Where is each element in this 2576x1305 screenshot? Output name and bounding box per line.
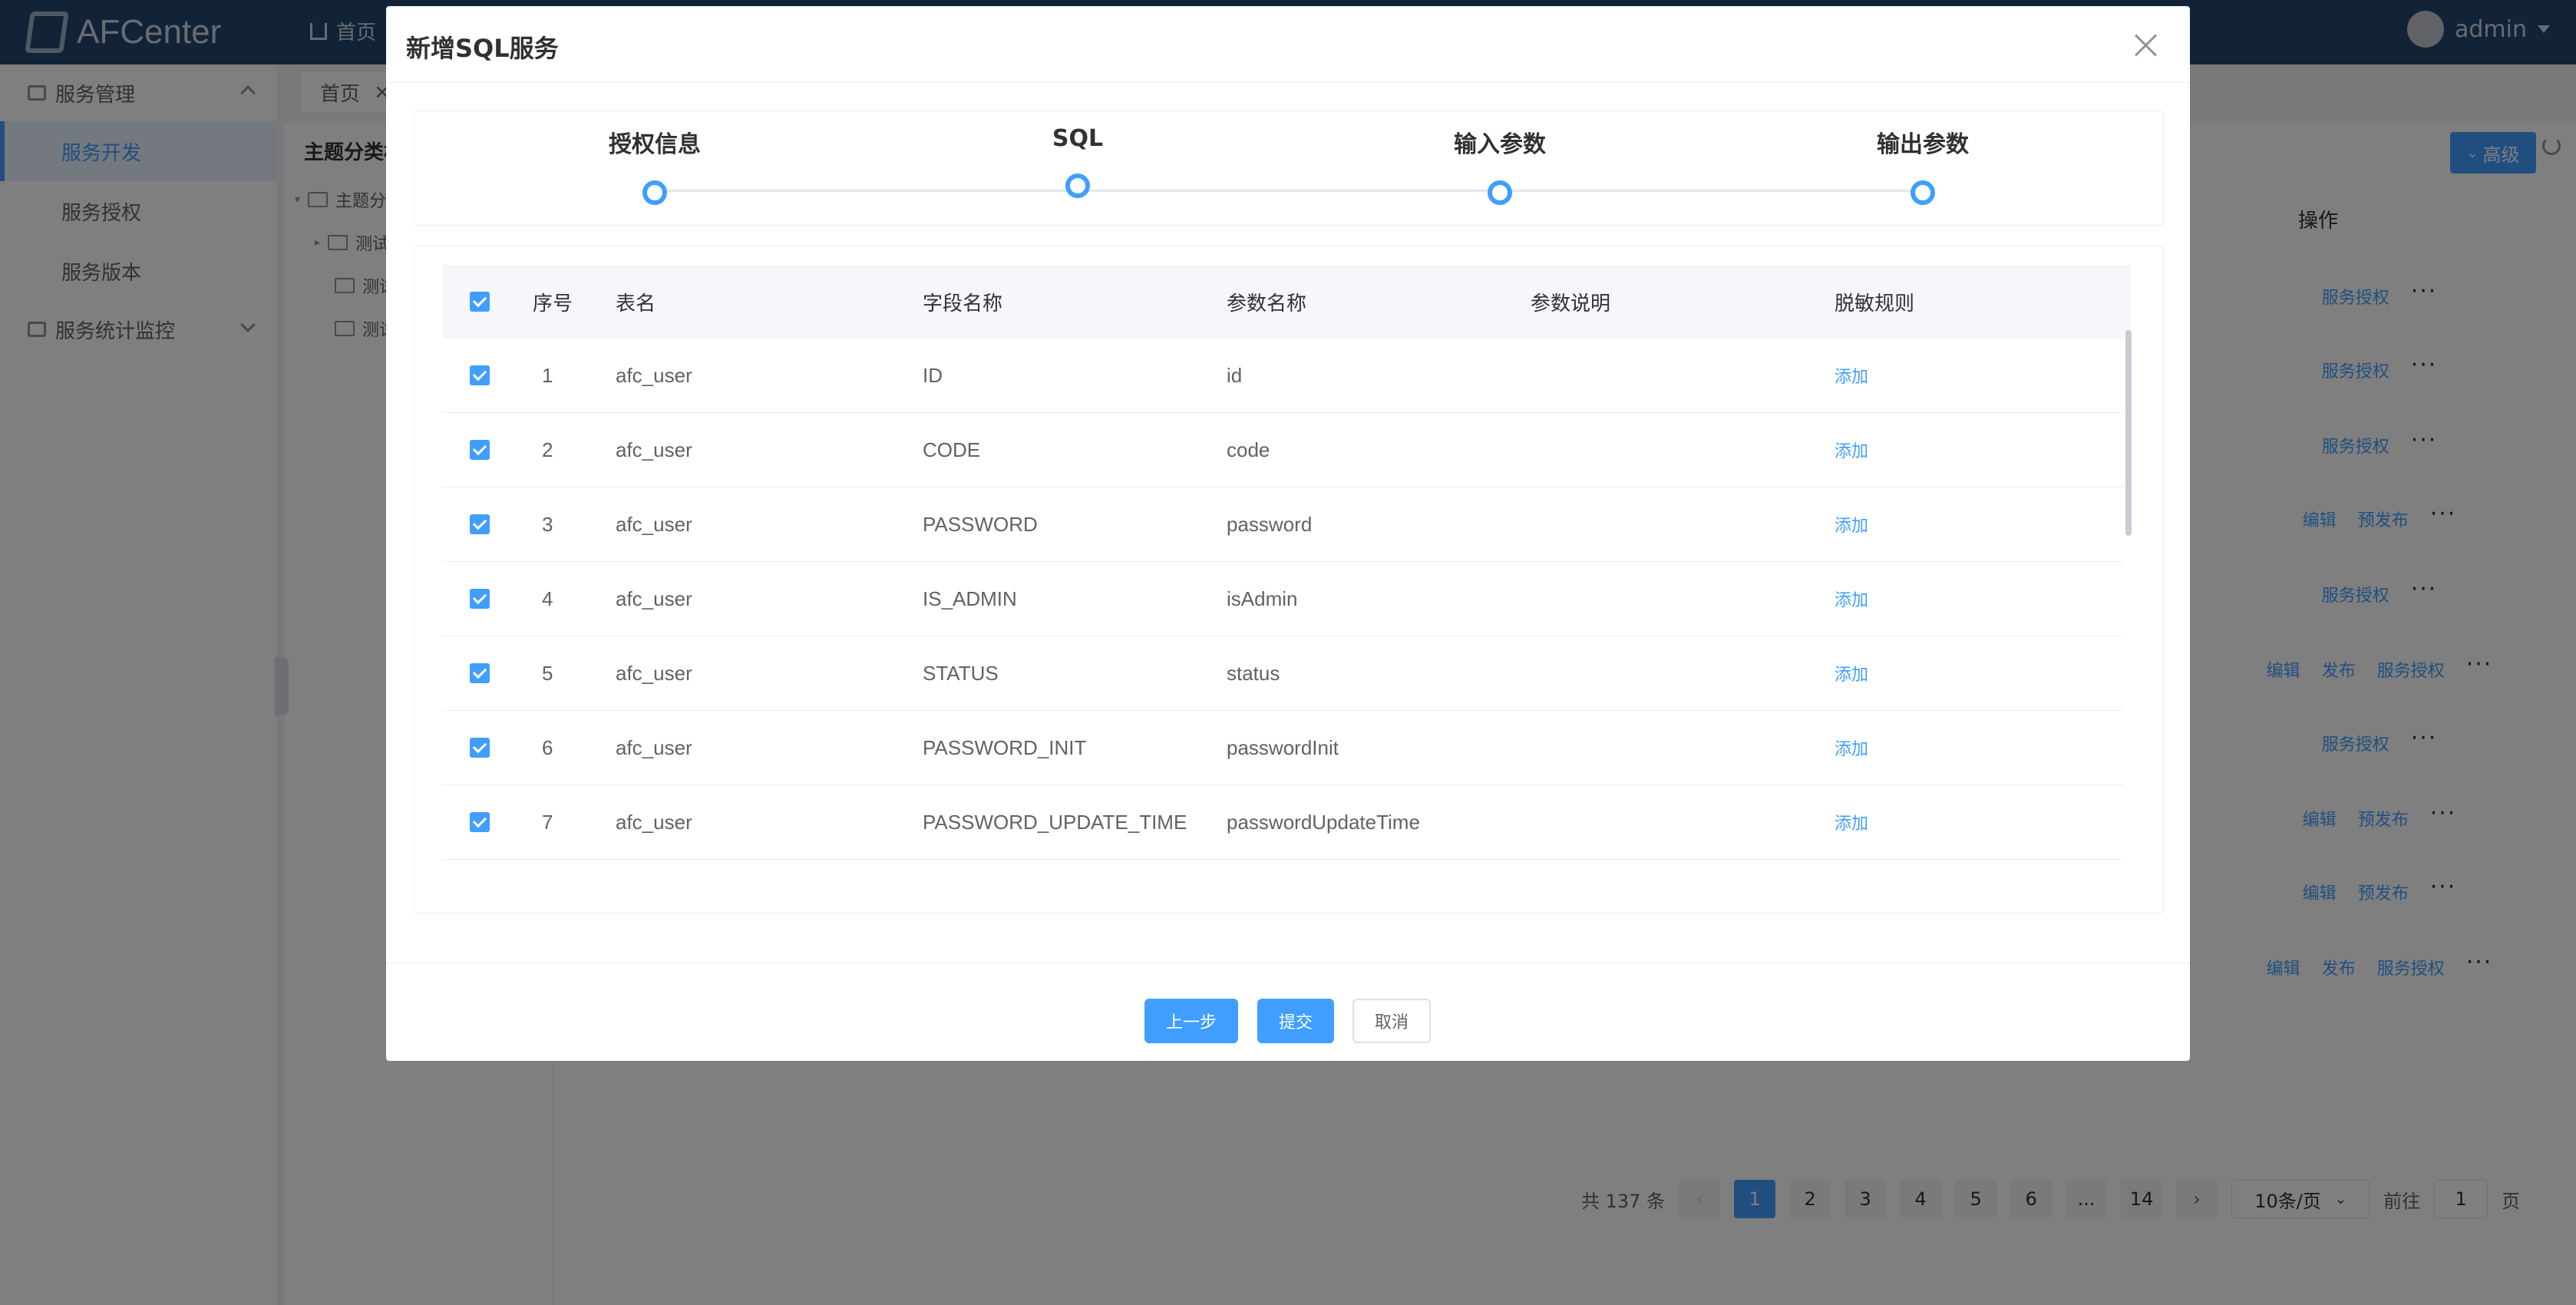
cell-index: 2 — [542, 438, 553, 461]
table-header: 序号 表名 字段名称 参数名称 参数说明 脱敏规则 — [442, 265, 2131, 339]
row-checkbox[interactable] — [470, 663, 490, 683]
add-mask-rule-link[interactable]: 添加 — [1835, 636, 1868, 710]
close-icon[interactable] — [2133, 32, 2159, 58]
cell-table-name: afc_user — [616, 512, 692, 536]
dialog-footer: 上一步 提交 取消 — [386, 963, 2190, 1061]
dialog-title: 新增SQL服务 — [406, 34, 559, 63]
row-checkbox[interactable] — [470, 812, 490, 832]
add-sql-service-dialog: 新增SQL服务 授权信息 SQL 输入参数 输出参数 序号 表名 字段名称 参数… — [386, 6, 2190, 1061]
cell-param-name: passwordUpdateTime — [1227, 810, 1420, 834]
row-checkbox[interactable] — [470, 440, 490, 460]
add-mask-rule-link[interactable]: 添加 — [1835, 785, 1868, 859]
cell-index: 4 — [542, 586, 553, 610]
col-index: 序号 — [533, 292, 573, 316]
steps-connector-line — [656, 190, 1923, 192]
cell-param-name: id — [1227, 363, 1243, 387]
add-mask-rule-link[interactable]: 添加 — [1835, 413, 1868, 487]
row-checkbox-cell — [470, 711, 490, 785]
table-row: 5 afc_user STATUS status 添加 — [442, 636, 2123, 711]
cell-index: 5 — [542, 661, 553, 685]
cell-field-name: PASSWORD_UPDATE_TIME — [923, 810, 1187, 834]
add-mask-rule-link[interactable]: 添加 — [1835, 711, 1868, 785]
table-body: 1 afc_user ID id 添加 2 afc_user CODE code 添加 3 afc_u… — [442, 339, 2123, 891]
cell-field-name: STATUS — [923, 661, 999, 685]
add-mask-rule-link[interactable]: 添加 — [1835, 339, 1868, 412]
row-checkbox[interactable] — [470, 365, 490, 385]
cell-index: 6 — [542, 735, 553, 759]
col-field-name: 字段名称 — [923, 292, 1003, 316]
select-all-checkbox[interactable] — [470, 292, 490, 312]
col-mask-rule: 脱敏规则 — [1835, 292, 1915, 316]
row-checkbox-cell — [470, 636, 490, 710]
cell-field-name: CODE — [923, 438, 981, 461]
row-checkbox-cell — [470, 487, 490, 561]
row-checkbox-cell — [470, 785, 490, 859]
cell-param-name: passwordInit — [1227, 735, 1339, 759]
step-input-params: 输入参数 — [1385, 125, 1615, 205]
row-checkbox-cell — [470, 562, 490, 636]
table-row: 3 afc_user PASSWORD password 添加 — [442, 487, 2123, 562]
cancel-button[interactable]: 取消 — [1352, 999, 1431, 1043]
table-row: 4 afc_user IS_ADMIN isAdmin 添加 — [442, 562, 2123, 636]
table-scrollbar[interactable] — [2125, 330, 2132, 536]
row-checkbox[interactable] — [470, 514, 490, 534]
row-checkbox[interactable] — [470, 589, 490, 609]
step-label: 输出参数 — [1877, 131, 1969, 158]
steps-panel: 授权信息 SQL 输入参数 输出参数 — [414, 111, 2164, 226]
row-checkbox-cell — [470, 339, 490, 412]
cell-field-name: IS_ADMIN — [923, 586, 1017, 610]
cell-field-name: PASSWORD — [923, 512, 1038, 536]
step-label: SQL — [1052, 125, 1104, 152]
cell-table-name: afc_user — [616, 586, 692, 610]
cell-param-name: status — [1227, 661, 1280, 685]
submit-button[interactable]: 提交 — [1257, 999, 1334, 1043]
cell-table-name: afc_user — [616, 438, 692, 461]
cell-field-name: ID — [923, 363, 943, 387]
select-all-cell — [470, 265, 490, 339]
step-auth-info: 授权信息 — [540, 125, 770, 205]
cell-param-name: password — [1227, 512, 1313, 536]
cell-table-name: afc_user — [616, 810, 692, 834]
cell-table-name: afc_user — [616, 735, 692, 759]
step-dot — [1065, 173, 1090, 198]
cell-table-name: afc_user — [616, 661, 692, 685]
cell-param-name: code — [1227, 438, 1270, 461]
prev-step-button[interactable]: 上一步 — [1144, 999, 1238, 1043]
row-checkbox[interactable] — [470, 738, 490, 758]
table-row: 1 afc_user ID id 添加 — [442, 339, 2123, 413]
cell-param-name: isAdmin — [1227, 586, 1298, 610]
table-row: 6 afc_user PASSWORD_INIT passwordInit 添加 — [442, 711, 2123, 785]
col-param-desc: 参数说明 — [1531, 292, 1611, 316]
cell-field-name: PASSWORD_INIT — [923, 735, 1087, 759]
step-dot — [642, 180, 667, 205]
step-label: 输入参数 — [1454, 131, 1546, 158]
output-params-table: 序号 表名 字段名称 参数名称 参数说明 脱敏规则 1 afc_user ID id 添… — [414, 246, 2164, 914]
table-row: 2 afc_user CODE code 添加 — [442, 413, 2123, 487]
step-dot — [1488, 180, 1512, 205]
cell-index: 3 — [542, 512, 553, 536]
step-sql: SQL — [963, 125, 1193, 198]
cell-index: 1 — [542, 363, 553, 387]
row-checkbox-cell — [470, 413, 490, 487]
col-param-name: 参数名称 — [1227, 292, 1307, 316]
cell-table-name: afc_user — [616, 363, 692, 387]
step-dot — [1911, 180, 1935, 205]
cell-index: 7 — [542, 810, 553, 834]
add-mask-rule-link[interactable]: 添加 — [1835, 487, 1868, 561]
col-table-name: 表名 — [616, 292, 656, 316]
dialog-header: 新增SQL服务 — [386, 6, 2190, 83]
table-row: 7 afc_user PASSWORD_UPDATE_TIME passwordUpd… — [442, 785, 2123, 860]
add-mask-rule-link[interactable]: 添加 — [1835, 562, 1868, 636]
step-output-params: 输出参数 — [1808, 125, 2038, 205]
step-label: 授权信息 — [609, 131, 701, 158]
